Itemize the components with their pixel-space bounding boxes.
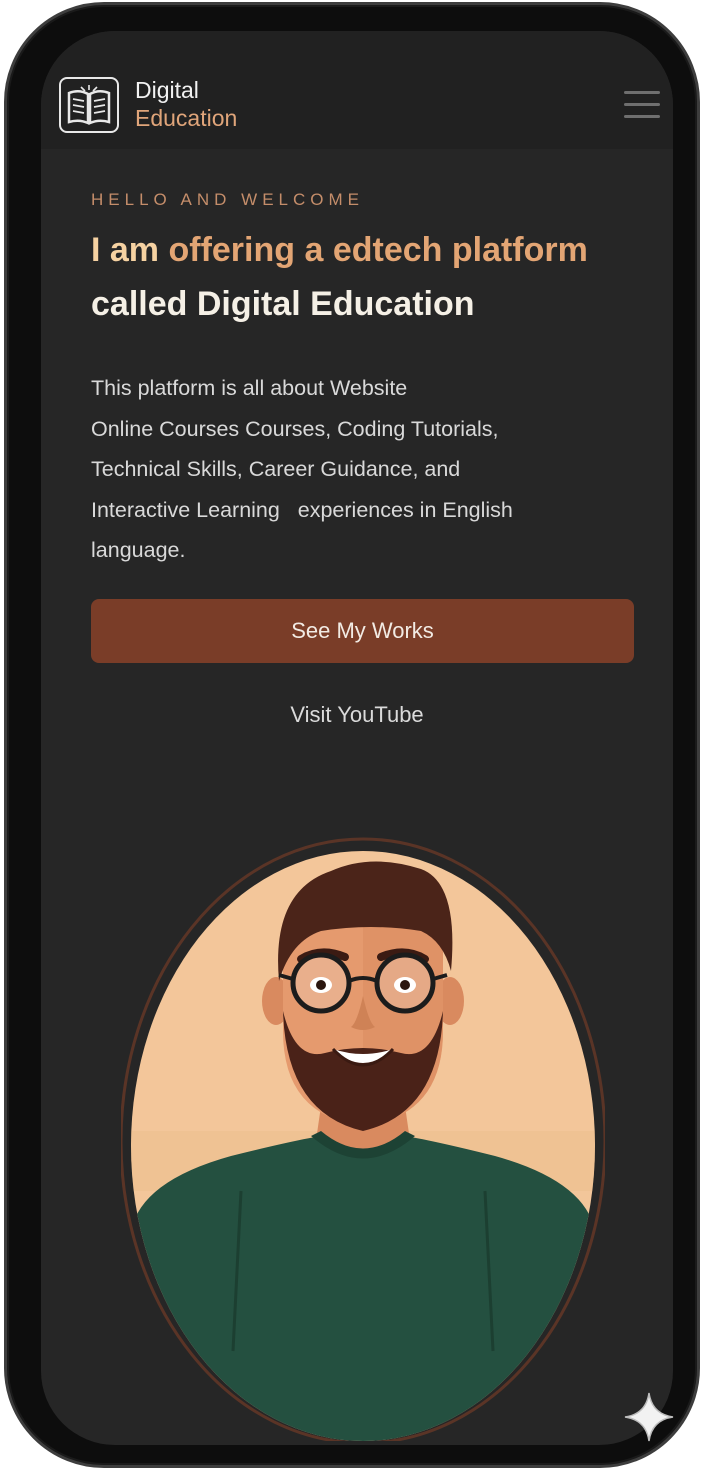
hero-headline: I am offering a edtech platform called D… xyxy=(91,223,671,331)
avatar xyxy=(119,831,607,1445)
open-book-icon[interactable] xyxy=(59,77,119,133)
headline-rest: called Digital Education xyxy=(91,285,475,323)
person-avatar-illustration xyxy=(119,837,607,1445)
description-line: language. xyxy=(91,538,186,562)
brand-subtitle[interactable]: Education xyxy=(135,105,237,132)
phone-screen: Digital Education HELLO AND WELCOME I am… xyxy=(41,31,673,1445)
navbar: Digital Education xyxy=(41,31,673,149)
description-line: Online Courses Courses, Coding Tutorials… xyxy=(91,416,499,441)
brand-title[interactable]: Digital xyxy=(135,77,199,104)
description-line: Interactive Learning experiences in Engl… xyxy=(91,497,513,522)
hero-eyebrow: HELLO AND WELCOME xyxy=(91,190,364,209)
sparkle-icon xyxy=(624,1392,674,1442)
headline-lead: I am xyxy=(91,231,169,269)
phone-frame: Digital Education HELLO AND WELCOME I am… xyxy=(4,2,700,1468)
hamburger-menu-icon[interactable] xyxy=(624,89,660,121)
visit-youtube-link[interactable]: Visit YouTube xyxy=(41,702,673,728)
description-line: Technical Skills, Career Guidance, and xyxy=(91,457,461,481)
description-line: This platform is all about Website xyxy=(91,376,408,400)
see-my-works-button[interactable]: See My Works xyxy=(91,599,634,663)
headline-accent: offering a edtech platform xyxy=(168,231,588,269)
hero-description: This platform is all about Website Onlin… xyxy=(91,368,639,571)
